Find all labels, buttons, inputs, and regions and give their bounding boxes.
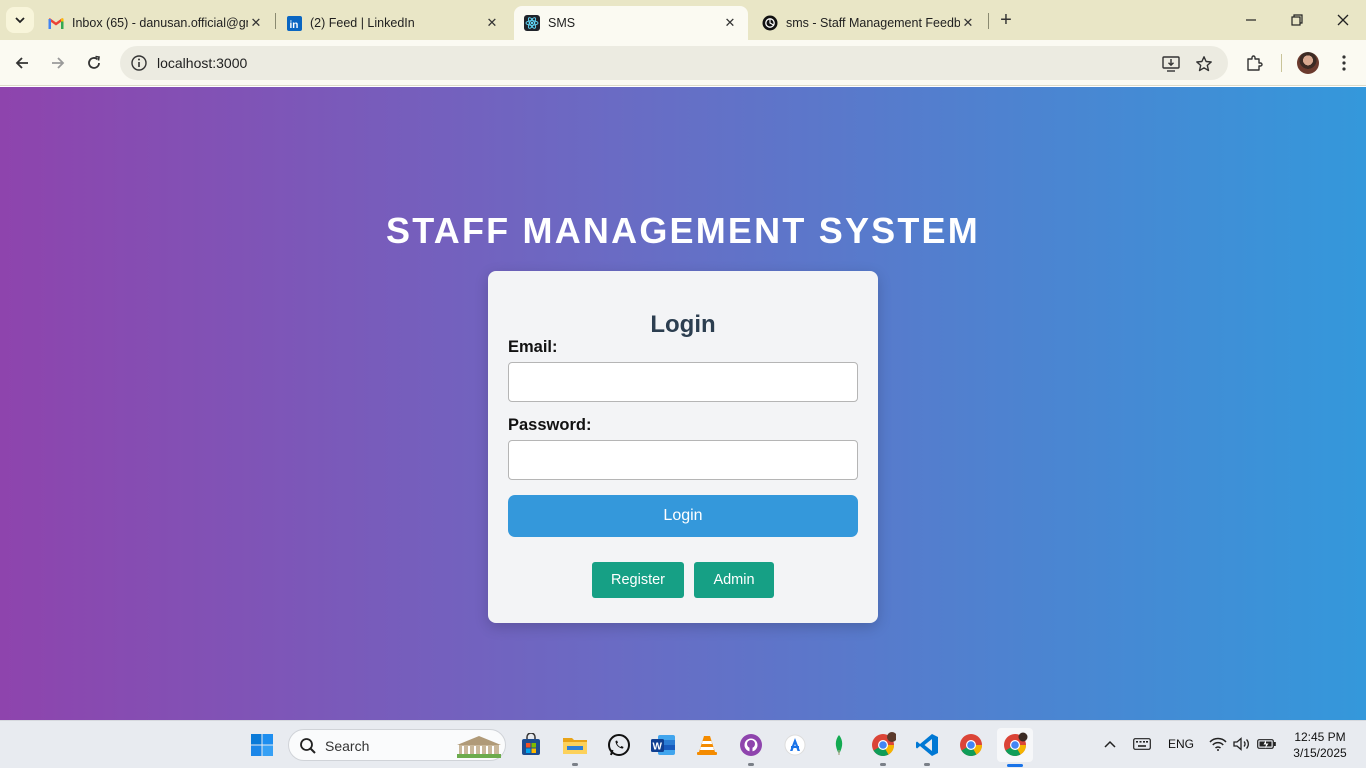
password-label: Password:	[508, 416, 592, 434]
register-button[interactable]: Register	[592, 562, 684, 598]
site-info-icon[interactable]	[130, 54, 148, 72]
login-card: Login Email: Password: Login Register Ad…	[488, 271, 878, 623]
vscode-taskbar-icon[interactable]	[911, 729, 943, 766]
battery-icon[interactable]	[1256, 733, 1278, 755]
search-label: Search	[325, 738, 370, 754]
tab-title: SMS	[548, 16, 576, 30]
restore-button[interactable]	[1274, 0, 1320, 40]
email-label: Email:	[508, 338, 558, 356]
whatsapp-taskbar-icon[interactable]	[603, 729, 635, 761]
bookmark-star-icon[interactable]	[1194, 54, 1214, 74]
close-window-button[interactable]	[1320, 0, 1366, 40]
gmail-icon	[48, 15, 64, 31]
tab-title: (2) Feed | LinkedIn	[310, 16, 415, 30]
copilot-taskbar-icon[interactable]	[779, 729, 811, 761]
browser-toolbar: localhost:3000	[0, 40, 1366, 86]
install-app-icon[interactable]	[1161, 54, 1181, 74]
running-indicator	[1007, 764, 1023, 767]
start-button[interactable]	[246, 729, 278, 761]
password-field[interactable]	[508, 440, 858, 480]
url-text[interactable]: localhost:3000	[157, 55, 247, 71]
running-indicator	[572, 763, 578, 766]
chevron-down-icon	[15, 17, 25, 24]
taskbar-clock[interactable]: 12:45 PM 3/15/2025	[1286, 729, 1354, 761]
tab-sms[interactable]: SMS ✕	[514, 6, 748, 40]
svg-text:in: in	[289, 20, 298, 31]
language-indicator[interactable]: ENG	[1163, 733, 1199, 755]
close-icon	[1337, 14, 1349, 26]
login-heading: Login	[650, 311, 716, 338]
close-tab-icon[interactable]: ✕	[484, 15, 500, 31]
search-icon	[300, 738, 316, 754]
login-button[interactable]: Login	[508, 495, 858, 537]
show-hidden-icons-button[interactable]	[1100, 733, 1120, 755]
svg-text:W: W	[653, 742, 663, 753]
extensions-button[interactable]	[1240, 49, 1268, 77]
running-indicator	[748, 763, 754, 766]
react-icon	[524, 15, 540, 31]
mongodb-compass-taskbar-icon[interactable]	[823, 729, 855, 761]
chrome-taskbar-icon[interactable]	[955, 729, 987, 761]
address-bar[interactable]: localhost:3000	[120, 46, 1228, 80]
page-background: STAFF MANAGEMENT SYSTEM Login Email: Pas…	[0, 87, 1366, 720]
restore-icon	[1291, 14, 1303, 26]
wifi-icon[interactable]	[1208, 733, 1228, 755]
back-button[interactable]	[8, 49, 36, 77]
tab-title: Inbox (65) - danusan.official@gmail.com …	[72, 16, 248, 30]
github-desktop-taskbar-icon[interactable]	[735, 729, 767, 766]
tab-gmail[interactable]: Inbox (65) - danusan.official@gmail.com …	[38, 6, 274, 40]
running-indicator	[924, 763, 930, 766]
toolbar-divider	[1281, 54, 1282, 72]
page-title: STAFF MANAGEMENT SYSTEM	[386, 210, 980, 251]
vlc-taskbar-icon[interactable]	[691, 729, 723, 761]
forward-button[interactable]	[44, 49, 72, 77]
puzzle-icon	[1247, 55, 1263, 71]
minimize-button[interactable]	[1228, 0, 1274, 40]
tab-search-button[interactable]	[6, 7, 34, 33]
reload-icon	[88, 55, 100, 69]
chatgpt-icon	[762, 15, 778, 31]
minimize-icon	[1246, 19, 1256, 21]
tab-linkedin[interactable]: in (2) Feed | LinkedIn ✕	[276, 6, 510, 40]
clock-date: 3/15/2025	[1293, 746, 1347, 760]
tab-separator	[988, 13, 989, 29]
forward-arrow-icon	[52, 57, 65, 69]
windows-logo-icon	[251, 734, 273, 756]
plus-icon: +	[1000, 8, 1012, 31]
close-tab-icon[interactable]: ✕	[248, 15, 264, 31]
avatar	[1297, 52, 1319, 74]
email-field[interactable]	[508, 362, 858, 402]
word-taskbar-icon[interactable]: W	[647, 729, 679, 761]
back-arrow-icon	[15, 57, 28, 69]
taskbar: Search W ENG 12:45 PM 3/15/2025	[0, 720, 1366, 768]
store-taskbar-icon[interactable]	[515, 729, 547, 761]
admin-button[interactable]: Admin	[694, 562, 774, 598]
reload-button[interactable]	[80, 49, 108, 77]
chevron-up-icon	[1104, 740, 1116, 748]
tab-chatgpt[interactable]: sms - Staff Management Feedback ✕	[752, 6, 986, 40]
close-tab-icon[interactable]: ✕	[960, 15, 976, 31]
more-vert-icon	[1342, 55, 1346, 71]
new-tab-button[interactable]: +	[994, 8, 1018, 32]
close-tab-icon[interactable]: ✕	[722, 15, 738, 31]
tab-title: sms - Staff Management Feedback	[786, 16, 960, 30]
file-explorer-taskbar-icon[interactable]	[559, 729, 591, 766]
clock-time: 12:45 PM	[1294, 730, 1346, 744]
chrome-profile-1-taskbar-icon[interactable]	[867, 729, 899, 766]
taskbar-search[interactable]: Search	[288, 729, 506, 761]
linkedin-icon: in	[286, 15, 302, 31]
volume-icon[interactable]	[1232, 733, 1252, 755]
browser-tab-strip: Inbox (65) - danusan.official@gmail.com …	[0, 0, 1366, 40]
running-indicator	[880, 763, 886, 766]
menu-button[interactable]	[1330, 49, 1358, 77]
keyboard-icon[interactable]	[1131, 733, 1153, 755]
profile-button[interactable]	[1294, 49, 1322, 77]
chrome-active-taskbar-icon[interactable]	[997, 728, 1033, 767]
search-highlight-icon	[457, 736, 501, 758]
